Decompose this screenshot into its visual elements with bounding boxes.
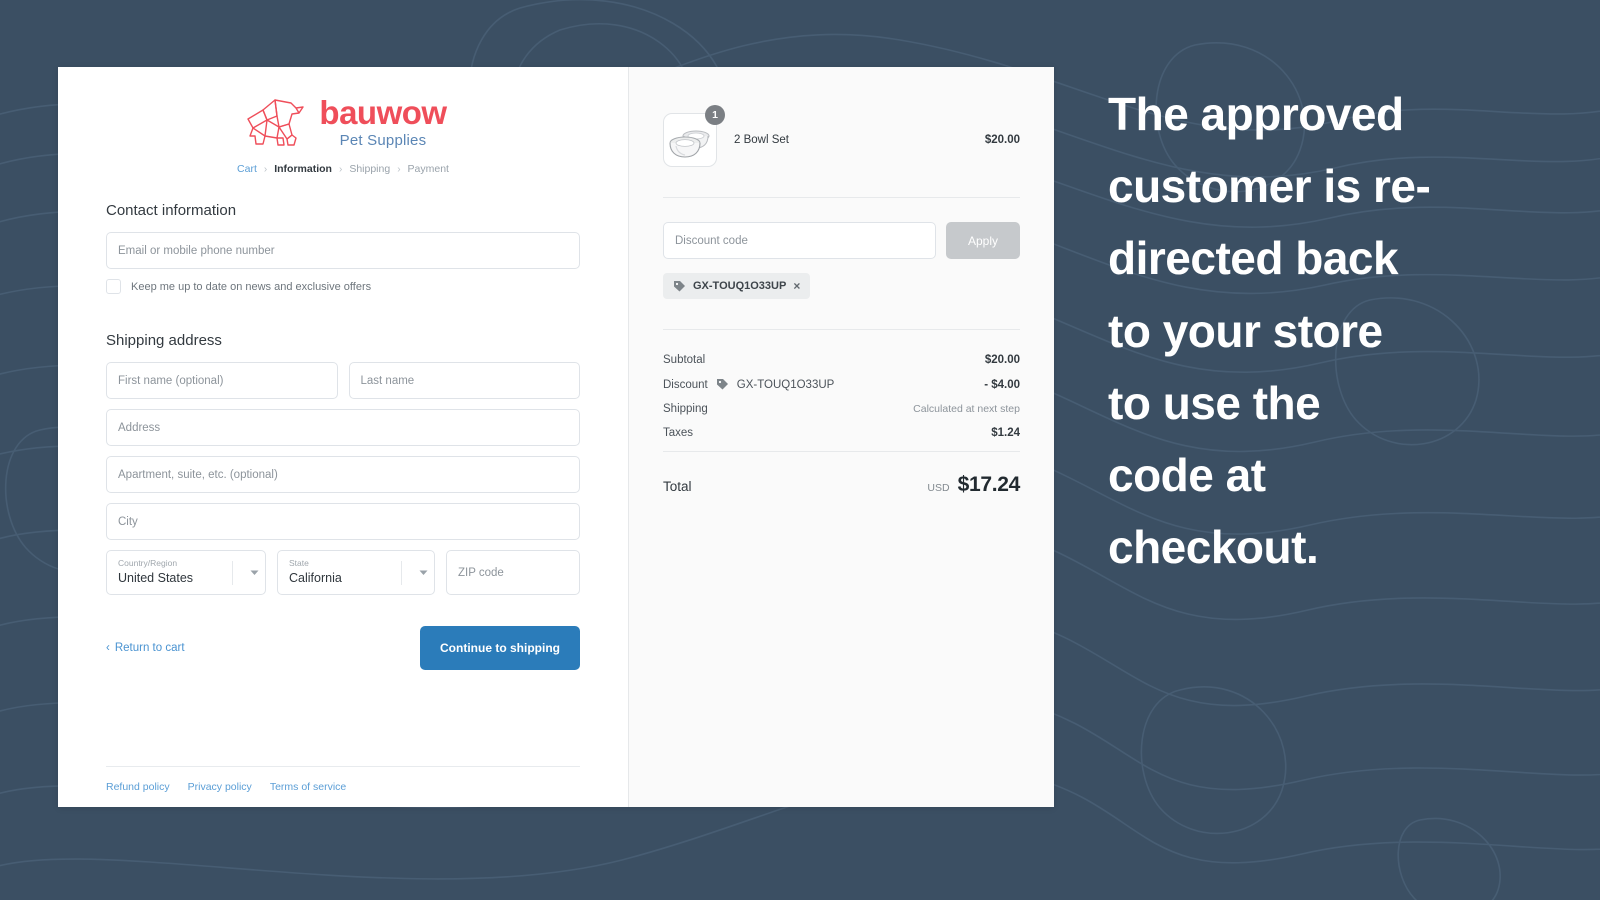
applied-discount-chip: GX-TOUQ1O33UP × (663, 273, 811, 299)
email-field[interactable]: Email or mobile phone number (106, 232, 580, 269)
grand-total-row: Total USD $17.24 (663, 473, 1020, 497)
order-summary-panel: 1 2 Bowl Set $20.00 Discount code Apply … (628, 67, 1054, 807)
breadcrumb-item-cart[interactable]: Cart (237, 163, 257, 175)
quantity-badge: 1 (705, 105, 725, 125)
caption-line-1: The approved (1108, 88, 1404, 140)
totals-list: Subtotal $20.00 Discount GX-TOUQ1O33UP -… (663, 354, 1020, 439)
total-amount: $17.24 (957, 473, 1021, 496)
last-name-placeholder: Last name (360, 374, 415, 387)
breadcrumb-separator: › (263, 163, 268, 175)
totals-row-discount: Discount GX-TOUQ1O33UP - $4.00 (663, 378, 1020, 391)
summary-divider (663, 197, 1020, 198)
return-to-cart-link[interactable]: ‹ Return to cart (106, 642, 185, 654)
country-select[interactable]: Country/Region United States (106, 550, 266, 595)
chevron-left-icon: ‹ (106, 642, 110, 654)
discount-code-row: Discount code Apply (663, 222, 1020, 259)
total-currency: USD (927, 482, 950, 494)
state-select-label: State (289, 558, 309, 569)
breadcrumb-item-payment: Payment (407, 163, 449, 175)
applied-discount-code: GX-TOUQ1O33UP (693, 280, 787, 292)
zip-code-placeholder: ZIP code (458, 566, 504, 579)
totals-row-taxes: Taxes $1.24 (663, 427, 1020, 439)
city-placeholder: City (118, 515, 138, 528)
state-select[interactable]: State California (277, 550, 435, 595)
price-tag-icon (716, 379, 728, 390)
checkout-form-panel: bauwow Pet Supplies Cart › Information ›… (58, 67, 628, 807)
newsletter-checkbox[interactable] (106, 279, 121, 294)
subtotal-label: Subtotal (663, 354, 706, 366)
form-actions: ‹ Return to cart Continue to shipping (106, 626, 580, 670)
apartment-placeholder: Apartment, suite, etc. (optional) (118, 468, 278, 481)
return-to-cart-label: Return to cart (114, 642, 185, 654)
zip-code-field[interactable]: ZIP code (446, 550, 580, 595)
summary-divider (663, 329, 1020, 330)
caption-line-4: to your store (1108, 304, 1383, 357)
shipping-address-heading: Shipping address (106, 332, 222, 349)
discount-label: Discount (663, 378, 708, 391)
discount-applied-code: GX-TOUQ1O33UP (736, 378, 835, 391)
chevron-down-icon[interactable] (243, 570, 265, 576)
totals-row-shipping: Shipping Calculated at next step (663, 403, 1020, 415)
discount-value: - $4.00 (984, 378, 1020, 391)
checkout-window: bauwow Pet Supplies Cart › Information ›… (58, 67, 1054, 807)
first-name-placeholder: First name (optional) (118, 374, 224, 387)
product-price: $20.00 (984, 134, 1020, 146)
order-line-item: 1 2 Bowl Set $20.00 (663, 67, 1020, 167)
caption-text: The approved customer is re- directed ba… (1108, 78, 1568, 584)
price-tag-icon (674, 280, 685, 291)
chevron-down-icon[interactable] (412, 570, 434, 576)
totals-row-subtotal: Subtotal $20.00 (663, 354, 1020, 366)
total-label: Total (663, 479, 692, 494)
first-name-field[interactable]: First name (optional) (106, 362, 338, 399)
address-field[interactable]: Address (106, 409, 580, 446)
brand-header: bauwow Pet Supplies (106, 67, 580, 150)
brand-logo[interactable]: bauwow Pet Supplies (239, 93, 447, 150)
privacy-policy-link[interactable]: Privacy policy (188, 781, 252, 793)
breadcrumb-item-information[interactable]: Information (274, 163, 332, 175)
breadcrumb: Cart › Information › Shipping › Payment (106, 163, 580, 175)
caption-line-5: to use the (1108, 376, 1321, 429)
continue-to-shipping-button[interactable]: Continue to shipping (420, 626, 580, 670)
caption-line-7: checkout. (1108, 521, 1319, 574)
select-divider (232, 560, 233, 585)
shipping-label: Shipping (663, 403, 708, 415)
taxes-label: Taxes (663, 427, 694, 439)
breadcrumb-item-shipping: Shipping (349, 163, 391, 175)
footer-links: Refund policy Privacy policy Terms of se… (106, 766, 580, 793)
newsletter-checkbox-row[interactable]: Keep me up to date on news and exclusive… (106, 279, 580, 294)
origami-dog-icon (247, 99, 305, 146)
caption-line-6: code at (1108, 449, 1266, 502)
name-row: First name (optional) Last name (106, 362, 580, 399)
caption-line-3: directed back (1108, 232, 1399, 285)
city-field[interactable]: City (106, 503, 580, 540)
discount-code-placeholder: Discount code (675, 234, 748, 247)
apartment-field[interactable]: Apartment, suite, etc. (optional) (106, 456, 580, 493)
product-thumbnail-wrap: 1 (663, 105, 725, 167)
breadcrumb-separator: › (338, 163, 343, 175)
product-name: 2 Bowl Set (734, 134, 789, 146)
address-placeholder: Address (118, 421, 161, 434)
country-select-value: United States (118, 570, 194, 585)
subtotal-value: $20.00 (984, 354, 1020, 366)
last-name-field[interactable]: Last name (348, 362, 580, 399)
apply-discount-button[interactable]: Apply (946, 222, 1020, 259)
taxes-value: $1.24 (991, 427, 1020, 439)
newsletter-label: Keep me up to date on news and exclusive… (131, 280, 372, 293)
country-state-zip-row: Country/Region United States State Calif… (106, 550, 580, 595)
discount-code-input[interactable]: Discount code (663, 222, 936, 259)
brand-tagline: Pet Supplies (339, 131, 427, 149)
caption-line-2: customer is re- (1108, 160, 1431, 213)
contact-information-heading: Contact information (106, 202, 237, 219)
breadcrumb-separator: › (397, 163, 401, 175)
grand-total-divider (663, 451, 1020, 452)
email-field-placeholder: Email or mobile phone number (118, 244, 275, 257)
shipping-value: Calculated at next step (913, 403, 1020, 415)
state-select-value: California (289, 570, 342, 585)
brand-name: bauwow (319, 93, 447, 131)
select-divider (401, 560, 402, 585)
refund-policy-link[interactable]: Refund policy (106, 781, 170, 793)
remove-discount-icon[interactable]: × (793, 279, 800, 293)
terms-of-service-link[interactable]: Terms of service (270, 781, 346, 793)
country-select-label: Country/Region (118, 558, 178, 569)
